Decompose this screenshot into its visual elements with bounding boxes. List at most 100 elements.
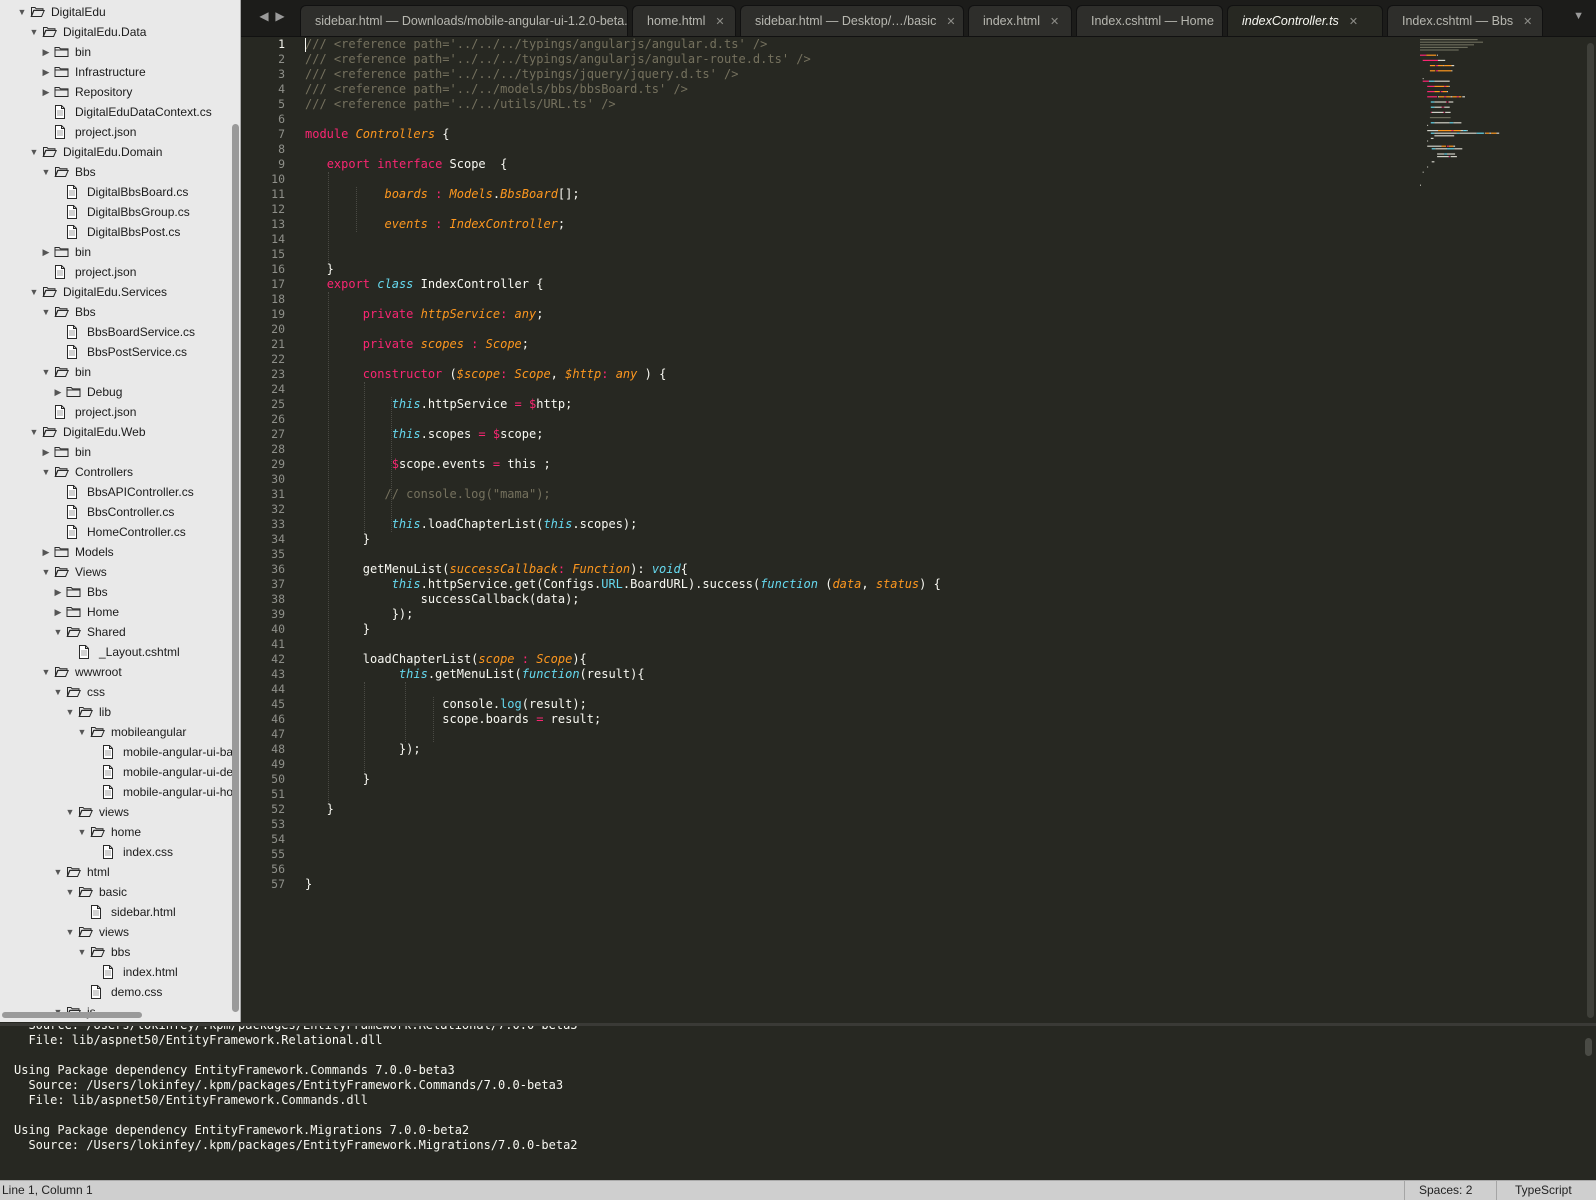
tree-folder-item[interactable]: ▶ bin: [0, 442, 240, 462]
disclosure-collapsed-icon[interactable]: ▶: [40, 62, 52, 82]
tree-file-item[interactable]: index.css: [0, 842, 240, 862]
tree-file-item[interactable]: mobile-angular-ui-ho: [0, 782, 240, 802]
tree-file-item[interactable]: BbsController.cs: [0, 502, 240, 522]
code-line[interactable]: scope.boards = result;: [305, 712, 1396, 727]
disclosure-expanded-icon[interactable]: ▼: [28, 422, 40, 442]
tree-file-item[interactable]: HomeController.cs: [0, 522, 240, 542]
tree-file-item[interactable]: project.json: [0, 402, 240, 422]
code-line[interactable]: this.getMenuList(function(result){: [305, 667, 1396, 682]
code-line[interactable]: console.log(result);: [305, 697, 1396, 712]
tab-list-dropdown-icon[interactable]: ▼: [1573, 10, 1584, 22]
code-line[interactable]: [305, 757, 1396, 772]
tree-file-item[interactable]: index.html: [0, 962, 240, 982]
tree-folder-item[interactable]: ▼ css: [0, 682, 240, 702]
tree-file-item[interactable]: mobile-angular-ui-ba: [0, 742, 240, 762]
disclosure-expanded-icon[interactable]: ▼: [76, 722, 88, 742]
editor-tab[interactable]: sidebar.html — Downloads/mobile-angular-…: [300, 5, 628, 36]
disclosure-expanded-icon[interactable]: ▼: [64, 702, 76, 722]
tree-folder-item[interactable]: ▶ Infrastructure: [0, 62, 240, 82]
code-line[interactable]: [305, 247, 1396, 262]
code-line[interactable]: successCallback(data);: [305, 592, 1396, 607]
code-line[interactable]: [305, 172, 1396, 187]
code-line[interactable]: // console.log("mama");: [305, 487, 1396, 502]
tree-folder-item[interactable]: ▼ bin: [0, 362, 240, 382]
code-line[interactable]: this.scopes = $scope;: [305, 427, 1396, 442]
indentation-setting[interactable]: Spaces: 2: [1404, 1181, 1492, 1200]
tree-folder-item[interactable]: ▼ DigitalEdu.Data: [0, 22, 240, 42]
disclosure-expanded-icon[interactable]: ▼: [28, 22, 40, 42]
tab-close-icon[interactable]: ✕: [1523, 16, 1532, 28]
tree-folder-item[interactable]: ▼ home: [0, 822, 240, 842]
code-line[interactable]: private scopes : Scope;: [305, 337, 1396, 352]
disclosure-collapsed-icon[interactable]: ▶: [40, 42, 52, 62]
code-line[interactable]: }: [305, 877, 1396, 892]
tab-close-icon[interactable]: ✕: [715, 16, 724, 28]
code-line[interactable]: }: [305, 772, 1396, 787]
code-line[interactable]: [305, 412, 1396, 427]
console-scrollbar[interactable]: [1585, 1038, 1592, 1056]
code-line[interactable]: [305, 817, 1396, 832]
tree-folder-item[interactable]: ▶ Home: [0, 602, 240, 622]
code-line[interactable]: [305, 727, 1396, 742]
disclosure-expanded-icon[interactable]: ▼: [40, 462, 52, 482]
editor-tab[interactable]: Index.cshtml — Home✕: [1076, 5, 1223, 36]
tree-folder-item[interactable]: ▼ Shared: [0, 622, 240, 642]
disclosure-expanded-icon[interactable]: ▼: [76, 822, 88, 842]
minimap[interactable]: [1412, 37, 1582, 197]
code-line[interactable]: });: [305, 607, 1396, 622]
disclosure-expanded-icon[interactable]: ▼: [16, 2, 28, 22]
tree-folder-item[interactable]: ▼ Controllers: [0, 462, 240, 482]
tree-folder-item[interactable]: ▼ Bbs: [0, 302, 240, 322]
code-line[interactable]: [305, 382, 1396, 397]
code-line[interactable]: }: [305, 802, 1396, 817]
disclosure-collapsed-icon[interactable]: ▶: [52, 382, 64, 402]
tree-folder-item[interactable]: ▶ Bbs: [0, 582, 240, 602]
code-line[interactable]: [305, 322, 1396, 337]
tree-folder-item[interactable]: ▼ DigitalEdu: [0, 2, 240, 22]
tree-folder-item[interactable]: ▶ Repository: [0, 82, 240, 102]
tree-folder-item[interactable]: ▼ DigitalEdu.Domain: [0, 142, 240, 162]
disclosure-expanded-icon[interactable]: ▼: [76, 942, 88, 962]
code-line[interactable]: [305, 847, 1396, 862]
sidebar-vertical-scrollbar[interactable]: [232, 124, 239, 1012]
disclosure-collapsed-icon[interactable]: ▶: [52, 602, 64, 622]
code-line[interactable]: this.httpService = $http;: [305, 397, 1396, 412]
disclosure-collapsed-icon[interactable]: ▶: [40, 82, 52, 102]
code-line[interactable]: export interface Scope {: [305, 157, 1396, 172]
tree-folder-item[interactable]: ▶ Models: [0, 542, 240, 562]
code-line[interactable]: }: [305, 622, 1396, 637]
code-line[interactable]: /// <reference path='../../../typings/jq…: [305, 67, 1396, 82]
code-line[interactable]: [305, 502, 1396, 517]
tree-folder-item[interactable]: ▼ mobileangular: [0, 722, 240, 742]
disclosure-expanded-icon[interactable]: ▼: [40, 662, 52, 682]
tree-folder-item[interactable]: ▼ views: [0, 922, 240, 942]
code-line[interactable]: this.loadChapterList(this.scopes);: [305, 517, 1396, 532]
tab-close-icon[interactable]: ✕: [1349, 16, 1358, 28]
disclosure-expanded-icon[interactable]: ▼: [64, 802, 76, 822]
tree-file-item[interactable]: project.json: [0, 122, 240, 142]
code-line[interactable]: [305, 862, 1396, 877]
tree-file-item[interactable]: project.json: [0, 262, 240, 282]
code-line[interactable]: [305, 682, 1396, 697]
disclosure-expanded-icon[interactable]: ▼: [52, 862, 64, 882]
editor-tab[interactable]: index.html ✕: [968, 5, 1072, 36]
tree-folder-item[interactable]: ▼ lib: [0, 702, 240, 722]
code-line[interactable]: /// <reference path='../../utils/URL.ts'…: [305, 97, 1396, 112]
tree-file-item[interactable]: sidebar.html: [0, 902, 240, 922]
tree-folder-item[interactable]: ▼ DigitalEdu.Services: [0, 282, 240, 302]
code-line[interactable]: events : IndexController;: [305, 217, 1396, 232]
editor-tab[interactable]: sidebar.html — Desktop/…/basic ✕: [740, 5, 964, 36]
tree-file-item[interactable]: DigitalBbsPost.cs: [0, 222, 240, 242]
tree-file-item[interactable]: DigitalBbsGroup.cs: [0, 202, 240, 222]
disclosure-expanded-icon[interactable]: ▼: [52, 622, 64, 642]
code-line[interactable]: });: [305, 742, 1396, 757]
tree-file-item[interactable]: BbsPostService.cs: [0, 342, 240, 362]
tree-folder-item[interactable]: ▼ html: [0, 862, 240, 882]
code-line[interactable]: /// <reference path='../../models/bbs/bb…: [305, 82, 1396, 97]
code-line[interactable]: /// <reference path='../../../typings/an…: [305, 52, 1396, 67]
code-line[interactable]: [305, 832, 1396, 847]
disclosure-expanded-icon[interactable]: ▼: [28, 142, 40, 162]
code-line[interactable]: private httpService: any;: [305, 307, 1396, 322]
code-line[interactable]: $scope.events = this ;: [305, 457, 1396, 472]
disclosure-collapsed-icon[interactable]: ▶: [52, 582, 64, 602]
